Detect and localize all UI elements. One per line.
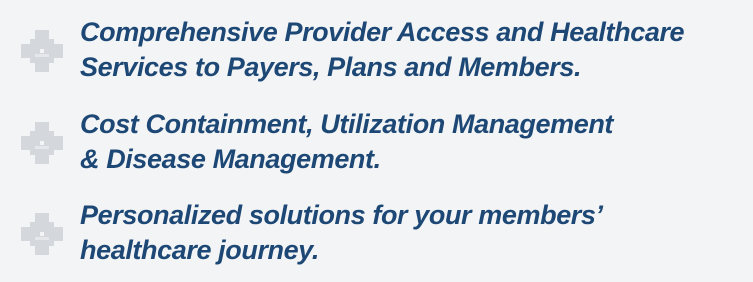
cross-icon <box>18 119 66 167</box>
feature-list: Comprehensive Provider Access and Health… <box>0 0 753 282</box>
cross-icon <box>18 27 66 75</box>
cross-icon <box>18 210 66 258</box>
feature-item: Cost Containment, Utilization Management… <box>0 107 753 187</box>
feature-text-line: & Disease Management. <box>80 144 381 174</box>
feature-text-line: Personalized solutions for your members’ <box>80 200 603 230</box>
feature-text: Cost Containment, Utilization Management… <box>80 107 752 177</box>
feature-item: Personalized solutions for your members’… <box>0 198 753 278</box>
feature-text-line: Comprehensive Provider Access and Health… <box>80 17 685 47</box>
feature-text-line: Cost Containment, Utilization Management <box>80 109 614 139</box>
feature-text: Personalized solutions for your members’… <box>80 198 752 268</box>
feature-text-line: healthcare journey. <box>80 235 319 265</box>
feature-text-line: Services to Payers, Plans and Members. <box>80 52 582 82</box>
feature-item: Comprehensive Provider Access and Health… <box>0 15 753 95</box>
feature-text: Comprehensive Provider Access and Health… <box>80 15 752 85</box>
